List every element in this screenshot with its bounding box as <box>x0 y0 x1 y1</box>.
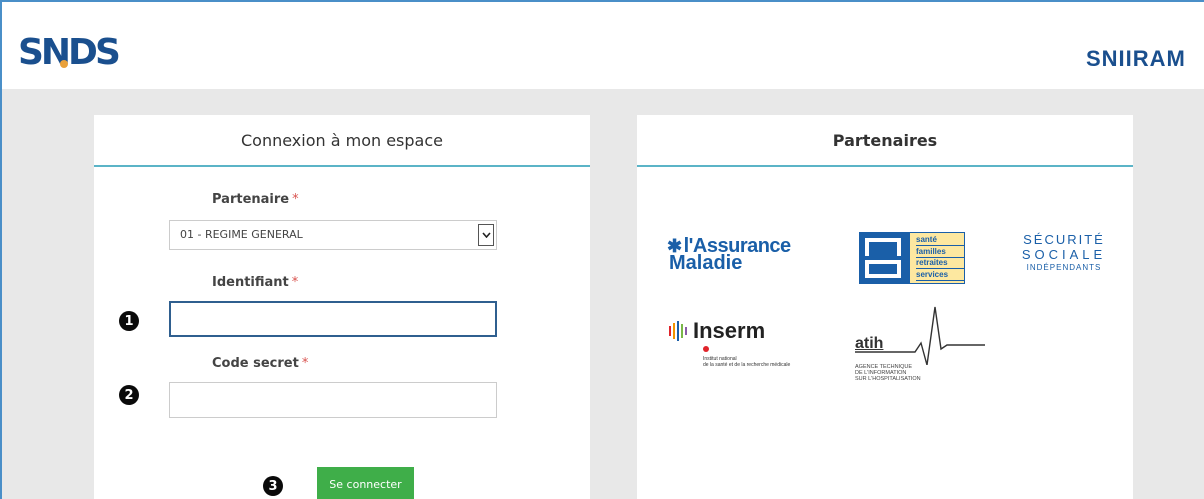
assurance-maladie-logo[interactable]: ✱ l'Assurance Maladie <box>667 235 807 275</box>
identifiant-input[interactable] <box>169 301 497 337</box>
partenaire-select[interactable]: 01 - REGIME GENERAL <box>169 220 497 250</box>
identifiant-label: Identifiant * <box>212 275 298 290</box>
step-badge-3: 3 <box>263 476 283 496</box>
atih-name: atih <box>855 335 884 352</box>
header: SNDS SNIIRAM <box>2 2 1204 89</box>
inserm-name: Inserm <box>693 318 766 343</box>
securite-sociale-l3: INDÉPENDANTS <box>1026 263 1102 272</box>
partners-panel: Partenaires ✱ l'Assurance Maladie santé f… <box>637 115 1133 499</box>
snds-logo-dot <box>60 60 68 68</box>
securite-sociale-l1: SÉCURITÉ <box>1023 232 1105 247</box>
snds-logo-text: SNDS <box>18 32 121 73</box>
snds-logo[interactable]: SNDS <box>18 32 121 73</box>
step-badge-2: 2 <box>119 385 139 405</box>
required-mark: * <box>301 356 309 371</box>
identifiant-label-text: Identifiant <box>212 275 289 290</box>
code-secret-input[interactable] <box>169 382 497 418</box>
securite-sociale-l2: SOCIALE <box>1021 247 1107 262</box>
page-frame: SNDS SNIIRAM Connexion à mon espace Part… <box>0 0 1204 499</box>
msa-emblem-icon <box>859 232 909 284</box>
atih-logo[interactable]: atih AGENCE TECHNIQUE DE L'INFORMATION S… <box>855 305 985 397</box>
step-badge-1: 1 <box>119 311 139 331</box>
se-connecter-button[interactable]: Se connecter <box>317 467 414 499</box>
partenaire-label-text: Partenaire <box>212 192 290 207</box>
msa-line: services <box>916 270 964 281</box>
login-panel: Connexion à mon espace Partenaire * 01 - … <box>94 115 590 499</box>
code-secret-label-text: Code secret <box>212 356 299 371</box>
inserm-logo[interactable]: Inserm Institut national de la santé et … <box>669 318 819 368</box>
msa-line: retraites <box>916 258 964 270</box>
chevron-down-icon[interactable] <box>478 224 494 246</box>
inserm-bars-icon <box>669 321 687 341</box>
msa-logo[interactable]: santé familles retraites services <box>859 232 965 284</box>
partners-panel-title: Partenaires <box>637 115 1133 167</box>
login-panel-title: Connexion à mon espace <box>94 115 590 167</box>
securite-sociale-logo[interactable]: SÉCURITÉ SOCIALE INDÉPENDANTS <box>1019 232 1109 274</box>
required-mark: * <box>291 275 299 290</box>
msa-tagline: santé familles retraites services <box>909 232 965 284</box>
code-secret-label: Code secret * <box>212 356 308 371</box>
msa-line: santé <box>916 235 964 247</box>
inserm-dot-icon <box>703 346 709 352</box>
partenaire-label: Partenaire * <box>212 192 299 207</box>
required-mark: * <box>292 192 299 207</box>
msa-line: familles <box>916 247 964 258</box>
inserm-sub2: de la santé et de la recherche médicale <box>703 362 791 368</box>
atih-sub3: SUR L'HOSPITALISATION <box>855 376 921 382</box>
partenaire-select-value: 01 - REGIME GENERAL <box>180 228 303 241</box>
sniiram-title: SNIIRAM <box>1086 46 1186 71</box>
